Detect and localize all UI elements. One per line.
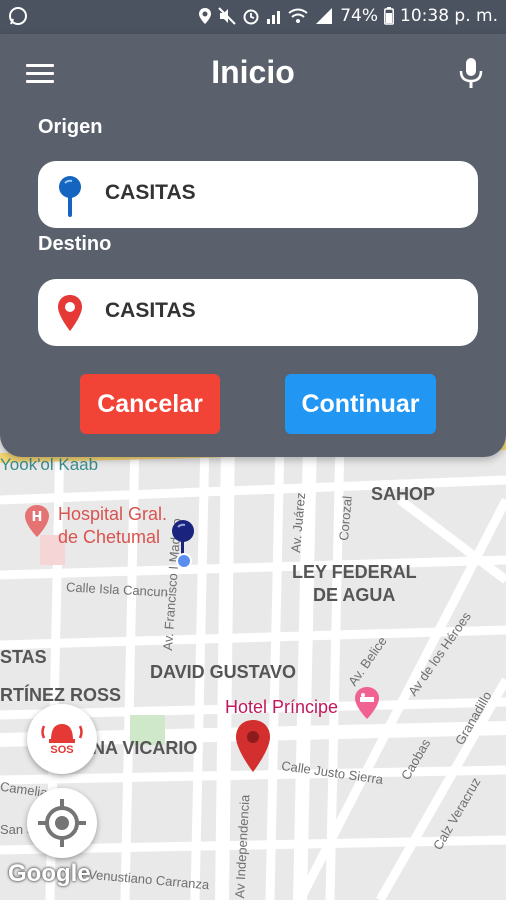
crosshair-icon (38, 799, 86, 847)
destination-pin-icon (58, 295, 82, 331)
place-david: DAVID GUSTAVO (150, 662, 297, 682)
destination-field[interactable]: CASITAS (38, 279, 478, 346)
svg-text:H: H (32, 510, 43, 525)
origin-pin-icon (59, 176, 81, 217)
status-bar: 74% 10:38 p. m. (0, 0, 506, 34)
origin-map-marker (172, 520, 194, 569)
origin-label: Origen (38, 116, 103, 138)
clock: 10:38 p. m. (400, 6, 498, 26)
place-ley-line2: DE AGUA (313, 585, 396, 605)
microphone-icon[interactable] (458, 56, 484, 90)
mute-icon (218, 7, 236, 25)
hospital-icon: H (25, 505, 49, 537)
destination-value: CASITAS (105, 299, 196, 322)
cell-signal-icon (316, 8, 333, 24)
battery-icon (384, 7, 394, 25)
location-icon (199, 8, 212, 24)
place-stas: STAS (0, 647, 47, 667)
place-hospital-line1: Hospital Gral. (58, 504, 168, 524)
wifi-icon (288, 8, 308, 23)
signal-4g-icon (267, 11, 281, 24)
place-ross: RTÍNEZ ROSS (0, 685, 122, 705)
whatsapp-icon (8, 6, 28, 31)
sos-button[interactable]: SOS (27, 704, 97, 774)
battery-percent: 74% (340, 6, 379, 26)
cancel-button[interactable]: Cancelar (80, 374, 220, 434)
page-title: Inicio (211, 54, 295, 90)
route-panel: Inicio Origen CASITAS Destino CASITAS Ca… (0, 34, 506, 457)
continue-button[interactable]: Continuar (285, 374, 436, 434)
place-ley-line1: LEY FEDERAL (292, 562, 417, 582)
my-location-button[interactable] (27, 788, 97, 858)
destination-label: Destino (38, 233, 112, 255)
hotel-icon (355, 687, 379, 719)
sos-label: SOS (50, 744, 74, 756)
place-sahop: SAHOP (371, 484, 436, 504)
destination-map-marker (236, 720, 270, 772)
place-hotel: Hotel Príncipe (225, 697, 339, 717)
origin-field[interactable]: CASITAS (38, 161, 478, 228)
origin-value: CASITAS (105, 181, 196, 204)
alarm-bell-icon (41, 724, 83, 743)
place-vicario: NA VICARIO (92, 738, 198, 758)
alarm-icon (243, 9, 259, 25)
google-logo: Google (8, 860, 91, 887)
place-yookol: Yook'ol Kaab (0, 455, 99, 474)
place-hospital-line2: de Chetumal (58, 527, 161, 547)
